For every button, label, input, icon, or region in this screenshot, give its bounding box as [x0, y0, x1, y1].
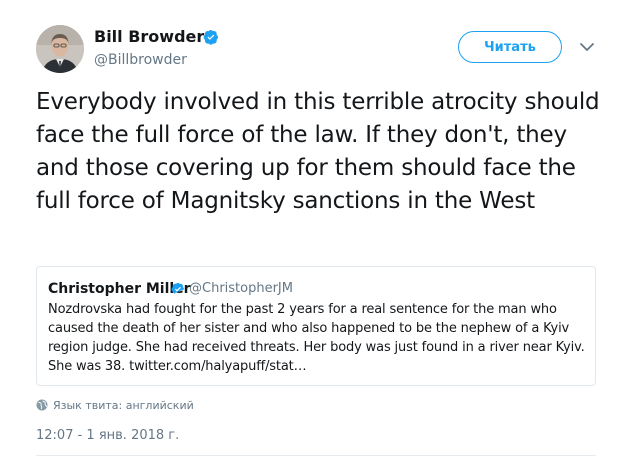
chevron-down-icon[interactable] — [578, 40, 596, 54]
quote-text: Nozdrovska had fought for the past 2 yea… — [48, 302, 585, 374]
tweet-language: Язык твита: английский — [36, 397, 194, 413]
divider — [36, 455, 596, 456]
globe-icon — [36, 399, 48, 411]
timestamp[interactable]: 12:07 - 1 янв. 2018 г. — [36, 428, 179, 444]
author-handle[interactable]: @Billbrowder — [94, 51, 187, 69]
avatar[interactable] — [36, 25, 84, 73]
quote-author-name: Christopher Miller — [48, 281, 191, 297]
verified-icon — [203, 30, 218, 45]
author-name[interactable]: Bill Browder — [94, 27, 204, 47]
quote-verified-icon — [171, 282, 185, 294]
follow-button[interactable]: Читать — [458, 31, 562, 63]
avatar-icon — [36, 25, 84, 73]
tweet-text: Everybody involved in this terrible atro… — [36, 89, 600, 214]
tweet: Bill Browder @Billbrowder Читать Everybo… — [0, 0, 624, 460]
quote-author-handle: @ChristopherJM — [189, 281, 293, 296]
language-label: Язык твита: английский — [53, 398, 194, 412]
quoted-tweet[interactable]: Christopher Miller @ChristopherJM Nozdro… — [36, 266, 596, 386]
